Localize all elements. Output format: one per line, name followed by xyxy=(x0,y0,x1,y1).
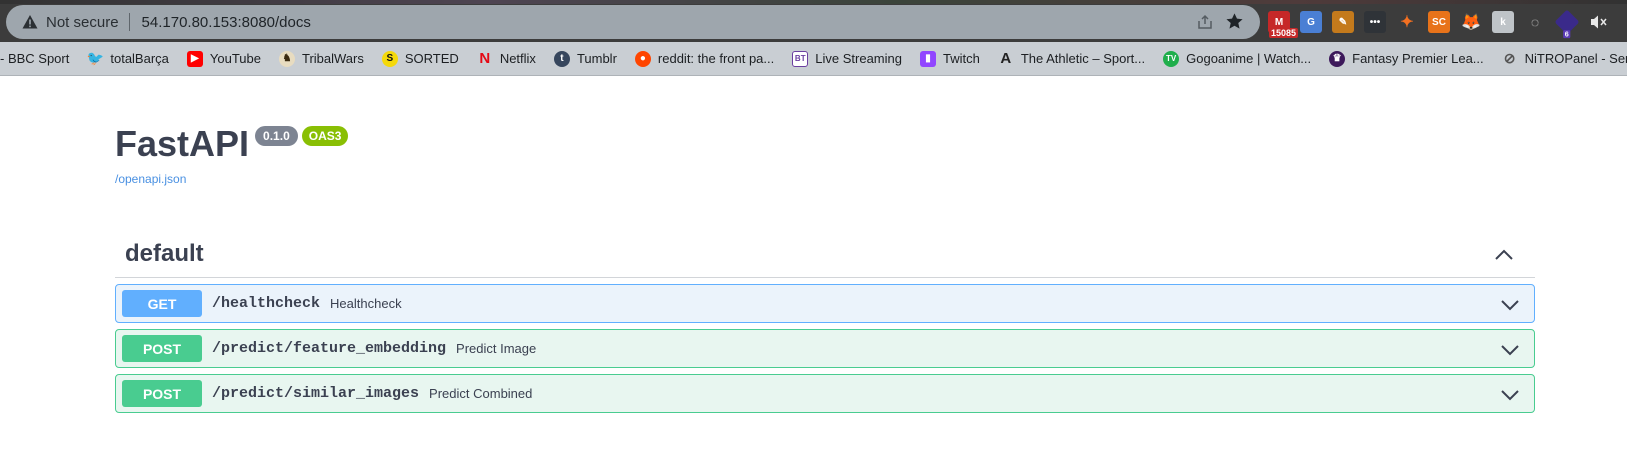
operation-healthcheck[interactable]: GET /healthcheck Healthcheck xyxy=(115,284,1535,323)
bookmark-item[interactable]: ▶ YouTube xyxy=(179,46,271,72)
bookmark-item[interactable]: ♞ TribalWars xyxy=(271,46,374,72)
bookmark-item[interactable]: ⊘ NiTROPanel - Serve... xyxy=(1494,46,1627,72)
browser-toolbar: Not secure 54.170.80.153:8080/docs M 1508… xyxy=(0,0,1627,42)
bookmark-label: NiTROPanel - Serve... xyxy=(1524,51,1627,66)
k-ext-icon[interactable]: k xyxy=(1492,11,1514,33)
premier-league-icon: ♛ xyxy=(1329,50,1346,67)
operations-section: default GET /healthcheck Healthcheck POS… xyxy=(115,236,1535,413)
method-badge[interactable]: POST xyxy=(122,335,202,362)
twitter-icon: 🐦 xyxy=(86,50,105,66)
bookmark-label: SORTED xyxy=(404,51,459,66)
version-badge: 0.1.0 xyxy=(255,126,298,146)
mute-icon[interactable] xyxy=(1588,11,1610,33)
section-title[interactable]: default xyxy=(125,240,204,268)
bookmark-item[interactable]: BT Live Streaming xyxy=(784,46,912,72)
tab-strip xyxy=(0,0,1627,4)
sc-ext-icon[interactable]: SC xyxy=(1428,11,1450,33)
bt-icon: BT xyxy=(792,50,809,67)
bookmark-item[interactable]: ♛ Fantasy Premier Lea... xyxy=(1321,46,1494,72)
operation-feature-embedding[interactable]: POST /predict/feature_embedding Predict … xyxy=(115,329,1535,368)
translate-icon[interactable]: G xyxy=(1300,11,1322,33)
address-bar[interactable]: Not secure 54.170.80.153:8080/docs xyxy=(6,5,1260,39)
reddit-icon: ● xyxy=(634,50,651,67)
gmail-icon[interactable]: M 15085 xyxy=(1268,11,1298,38)
swagger-page: FastAPI 0.1.0 OAS3 /openapi.json default… xyxy=(0,76,1627,472)
sorted-icon: S xyxy=(381,50,398,67)
chevron-down-icon[interactable] xyxy=(1500,385,1520,405)
chevron-down-icon[interactable] xyxy=(1500,340,1520,360)
bookmark-item[interactable]: ▮ Twitch xyxy=(912,46,990,72)
operation-path[interactable]: /healthcheck xyxy=(212,295,320,312)
metamask-icon[interactable]: 🦊 xyxy=(1460,11,1482,33)
operation-path[interactable]: /predict/feature_embedding xyxy=(212,340,446,357)
tribalwars-icon: ♞ xyxy=(279,50,295,67)
gmail-badge: 15085 xyxy=(1268,28,1298,38)
youtube-icon: ▶ xyxy=(186,50,203,67)
nitropanel-icon: ⊘ xyxy=(1503,50,1516,66)
operation-summary[interactable]: Predict Image xyxy=(456,341,536,356)
bookmark-star-icon[interactable] xyxy=(1225,12,1244,31)
notes-icon[interactable]: ✎ xyxy=(1332,11,1354,33)
share-icon[interactable] xyxy=(1196,13,1214,31)
bookmark-label: Netflix xyxy=(499,51,536,66)
bookmark-item[interactable]: ● reddit: the front pa... xyxy=(627,46,784,72)
divider xyxy=(128,13,130,31)
bookmark-label: Gogoanime | Watch... xyxy=(1186,51,1312,66)
oas-badge: OAS3 xyxy=(301,126,349,146)
url-text[interactable]: 54.170.80.153:8080/docs xyxy=(142,14,311,31)
chevron-up-icon[interactable] xyxy=(1493,244,1515,266)
bookmarks-bar: - BBC Sport 🐦 totalBarça ▶ YouTube ♞ Tribal… xyxy=(0,42,1627,76)
security-label[interactable]: Not secure xyxy=(46,14,119,31)
twitch-icon: ▮ xyxy=(919,50,936,67)
extensions-bar: M 15085 G ✎ ••• ✦ SC 🦊 k ◌ 6 xyxy=(1268,9,1610,39)
bookmark-label: Twitch xyxy=(942,51,980,66)
operation-similar-images[interactable]: POST /predict/similar_images Predict Com… xyxy=(115,374,1535,413)
section-header[interactable]: default xyxy=(115,236,1535,278)
bookmark-label: The Athletic – Sport... xyxy=(1020,51,1146,66)
method-badge[interactable]: GET xyxy=(122,290,202,317)
operation-path[interactable]: /predict/similar_images xyxy=(212,385,419,402)
gogoanime-icon: TV xyxy=(1163,50,1180,67)
api-info: FastAPI 0.1.0 OAS3 xyxy=(115,123,349,164)
bookmark-item[interactable]: A The Athletic – Sport... xyxy=(990,46,1155,72)
warning-icon[interactable] xyxy=(22,14,38,30)
bookmark-item[interactable]: S SORTED xyxy=(374,46,469,72)
cube-ext-badge: 6 xyxy=(1563,30,1571,39)
bookmark-label: reddit: the front pa... xyxy=(657,51,775,66)
openapi-spec-link[interactable]: /openapi.json xyxy=(115,172,186,186)
bookmark-item[interactable]: t Tumblr xyxy=(546,46,627,72)
bookmark-item[interactable]: N Netflix xyxy=(469,46,546,72)
api-title: FastAPI xyxy=(115,123,250,164)
method-badge[interactable]: POST xyxy=(122,380,202,407)
operation-summary[interactable]: Predict Combined xyxy=(429,386,532,401)
chevron-down-icon[interactable] xyxy=(1500,295,1520,315)
tumblr-icon: t xyxy=(553,50,570,67)
dots-ext-icon[interactable]: ••• xyxy=(1364,11,1386,33)
bookmark-label: totalBarça xyxy=(110,51,169,66)
bookmark-label: - BBC Sport xyxy=(0,51,70,66)
athletic-icon: A xyxy=(1000,50,1012,67)
bookmark-label: Fantasy Premier Lea... xyxy=(1352,51,1484,66)
flame-ext-icon[interactable]: ✦ xyxy=(1396,11,1418,33)
bookmark-item[interactable]: - BBC Sport xyxy=(0,46,79,72)
operation-summary[interactable]: Healthcheck xyxy=(330,296,402,311)
bookmark-label: Live Streaming xyxy=(815,51,902,66)
bookmark-label: Tumblr xyxy=(576,51,617,66)
netflix-icon: N xyxy=(479,50,491,67)
ghost-ext-icon[interactable]: ◌ xyxy=(1524,11,1546,33)
bookmark-item[interactable]: 🐦 totalBarça xyxy=(79,46,179,72)
cube-ext-icon[interactable]: 6 xyxy=(1554,9,1580,39)
bookmark-label: TribalWars xyxy=(302,51,364,66)
bookmark-item[interactable]: TV Gogoanime | Watch... xyxy=(1155,46,1321,72)
bookmark-label: YouTube xyxy=(209,51,261,66)
